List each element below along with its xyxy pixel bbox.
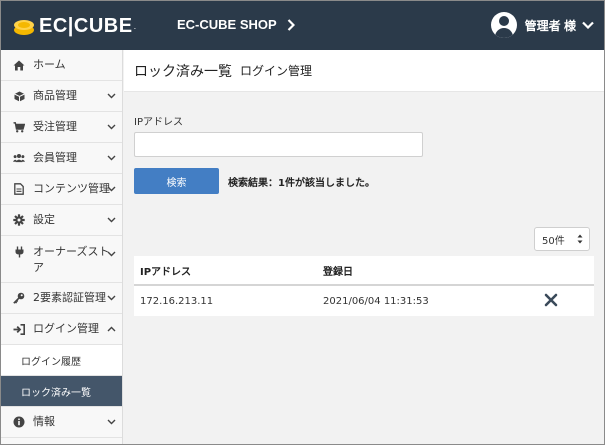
chevron-right-icon (287, 18, 295, 31)
chevron-down-icon (107, 419, 116, 425)
chevron-down-icon (107, 251, 116, 257)
page-subtitle: ログイン管理 (240, 64, 313, 78)
logo-trademark: . (133, 21, 137, 31)
app-frame: EC|CUBE. EC-CUBE SHOP 管理者 様 ホーム 商品管理 受注管… (0, 0, 605, 445)
cart-icon (13, 121, 25, 133)
user-name: 管理者 様 (524, 18, 576, 33)
gear-icon (13, 214, 25, 226)
plug-icon (13, 246, 25, 258)
chevron-up-icon (107, 326, 116, 332)
shop-name: EC-CUBE SHOP (177, 17, 277, 32)
sidebar-item-label: ホーム (33, 58, 66, 71)
chevron-down-icon (582, 21, 594, 29)
delete-x-icon[interactable] (544, 293, 558, 307)
sidebar-item-settings[interactable]: 設定 (1, 205, 122, 236)
sidebar-item-contents[interactable]: コンテンツ管理 (1, 174, 122, 205)
users-icon (13, 153, 25, 163)
home-icon (13, 60, 25, 71)
chevron-down-icon (107, 186, 116, 192)
page-header: ロック済み一覧 ログイン管理 (124, 50, 604, 92)
sidebar-item-home[interactable]: ホーム (1, 50, 122, 81)
sidebar-item-info[interactable]: 情報 (1, 407, 122, 438)
chevron-down-icon (107, 93, 116, 99)
sidebar-subitem-locked-list[interactable]: ロック済み一覧 (1, 376, 122, 407)
per-page-select[interactable]: 50件 (534, 227, 590, 251)
avatar-icon (490, 12, 517, 38)
search-result-text: 検索結果：1件が該当しました。 (228, 178, 375, 189)
cube-icon (13, 91, 25, 102)
sidebar-item-members[interactable]: 会員管理 (1, 143, 122, 174)
sidebar-item-owners-store[interactable]: オーナーズストア (1, 236, 122, 283)
sidebar-item-label: 商品管理 (33, 89, 77, 102)
sidebar-item-label: 会員管理 (33, 151, 77, 164)
info-icon (13, 416, 25, 428)
ip-address-input[interactable] (134, 132, 423, 157)
sidebar-item-label: ログイン管理 (33, 322, 99, 335)
sidebar-subitem-label: ロック済み一覧 (21, 387, 91, 399)
locked-list-table: IPアドレス 登録日 172.16.213.11 2021/06/04 11:3… (134, 256, 594, 316)
column-header-date: 登録日 (323, 266, 353, 278)
search-button[interactable]: 検索 (134, 168, 219, 194)
top-header: EC|CUBE. EC-CUBE SHOP 管理者 様 (1, 1, 604, 50)
column-header-ip: IPアドレス (140, 266, 192, 278)
chevron-down-icon (107, 217, 116, 223)
sidebar-item-products[interactable]: 商品管理 (1, 81, 122, 112)
sidebar-subitem-login-history[interactable]: ログイン履歴 (1, 345, 122, 376)
sidebar-item-label: 受注管理 (33, 120, 77, 133)
sidebar-item-2fa[interactable]: 2要素認証管理 (1, 283, 122, 314)
sidebar-item-login-management[interactable]: ログイン管理 (1, 314, 122, 345)
sidebar-item-label: 設定 (33, 213, 55, 226)
logo-text: EC|CUBE (39, 14, 133, 37)
sidebar-item-orders[interactable]: 受注管理 (1, 112, 122, 143)
chevron-down-icon (107, 295, 116, 301)
ec-cube-logo[interactable]: EC|CUBE. (13, 14, 136, 38)
shop-link[interactable]: EC-CUBE SHOP (177, 17, 295, 32)
key-icon (13, 292, 25, 304)
cell-date: 2021/06/04 11:31:53 (323, 295, 429, 307)
sidebar-subitem-label: ログイン履歴 (21, 356, 81, 368)
page-title: ロック済み一覧 (134, 63, 232, 80)
cell-ip: 172.16.213.11 (140, 295, 214, 307)
per-page-value: 50件 (542, 235, 565, 247)
sidebar-item-label: オーナーズストア (33, 245, 110, 274)
ip-address-label: IPアドレス (134, 117, 183, 128)
logo-mark-icon (14, 20, 34, 35)
sign-in-icon (13, 323, 25, 335)
chevron-down-icon (107, 155, 116, 161)
sidebar-item-label: コンテンツ管理 (33, 182, 110, 195)
sidebar-item-label: 2要素認証管理 (33, 291, 106, 304)
sidebar: ホーム 商品管理 受注管理 会員管理 コンテンツ管理 設定 オーナーズストア 2… (1, 50, 123, 444)
sidebar-item-label: 情報 (33, 415, 55, 428)
sort-arrows-icon (577, 234, 583, 244)
file-icon (13, 183, 25, 195)
user-menu[interactable]: 管理者 様 (490, 12, 594, 38)
chevron-down-icon (107, 124, 116, 130)
